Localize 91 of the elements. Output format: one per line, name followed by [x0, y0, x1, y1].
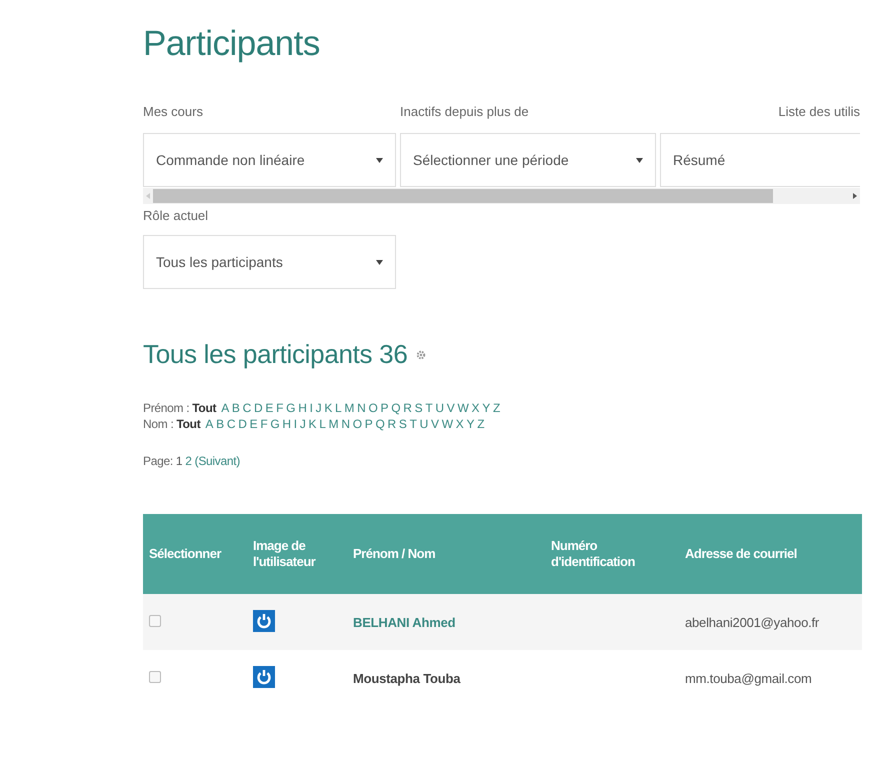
letter-link[interactable]: Y	[466, 416, 474, 432]
letter-link[interactable]: T	[425, 400, 432, 416]
letter-link[interactable]: V	[431, 416, 439, 432]
filter-field[interactable]: Résumé	[660, 133, 860, 187]
letter-link[interactable]: Y	[482, 400, 490, 416]
participant-name-link[interactable]: Moustapha Touba	[353, 670, 460, 686]
caret-icon	[636, 158, 643, 162]
caret-icon	[376, 158, 383, 162]
caret-icon	[376, 260, 383, 264]
letter-link[interactable]: D	[254, 400, 262, 416]
letter-link[interactable]: K	[308, 416, 316, 432]
letter-link[interactable]: P	[364, 416, 372, 432]
letter-link[interactable]: U	[435, 400, 444, 416]
letter-link[interactable]: K	[324, 400, 332, 416]
all-link[interactable]: Tout	[176, 416, 200, 432]
letter-link[interactable]: D	[238, 416, 247, 432]
filter-label: Inactifs depuis plus de	[400, 104, 530, 121]
filter-label: Liste des utilis	[777, 104, 860, 121]
letter-link[interactable]: H	[298, 400, 307, 416]
letter-link[interactable]: O	[352, 416, 362, 432]
letter-link[interactable]: N	[357, 400, 366, 416]
letter-link[interactable]: T	[410, 416, 417, 432]
all-link[interactable]: Tout	[192, 400, 216, 416]
letter-link[interactable]: I	[310, 400, 313, 416]
letter-link[interactable]: B	[232, 400, 240, 416]
scrollbar-thumb[interactable]	[153, 189, 773, 203]
letter-link[interactable]: Q	[391, 400, 400, 416]
letter-link[interactable]: L	[319, 416, 326, 432]
user-avatar-icon	[253, 666, 275, 688]
letter-link[interactable]: C	[242, 400, 252, 416]
letter-link[interactable]: I	[294, 416, 297, 432]
letter-link[interactable]: F	[260, 416, 268, 432]
filter-dropdown[interactable]: Sélectionner une période	[400, 133, 656, 187]
letter-link[interactable]: S	[414, 400, 422, 416]
row-checkbox[interactable]	[149, 614, 161, 626]
section-heading: Tous les participants 36	[143, 339, 408, 370]
column-header[interactable]: Adresse de courriel	[679, 514, 862, 594]
letter-link[interactable]: Q	[375, 416, 385, 432]
column-header[interactable]: Numéro d'identification	[545, 514, 679, 594]
letter-link[interactable]: L	[335, 400, 342, 416]
next-link[interactable]: (Suivant)	[194, 454, 240, 468]
column-header[interactable]: Sélectionner	[143, 514, 247, 594]
page-link[interactable]: 2	[185, 454, 192, 468]
letter-link[interactable]: W	[442, 416, 453, 432]
letter-link[interactable]: P	[380, 400, 388, 416]
letter-link[interactable]: E	[250, 416, 258, 432]
column-header[interactable]: Prénom / Nom	[347, 514, 545, 594]
email-text: abelhani2001@yahoo.fr	[685, 614, 820, 630]
column-header[interactable]: Image de l'utilisateur	[247, 514, 347, 594]
letter-link[interactable]: G	[270, 416, 280, 432]
gear-icon[interactable]	[416, 350, 426, 360]
letter-link[interactable]: M	[328, 416, 338, 432]
letter-link[interactable]: B	[216, 416, 224, 432]
letter-link[interactable]: J	[316, 400, 322, 416]
letter-link[interactable]: J	[300, 416, 306, 432]
letter-link[interactable]: H	[282, 416, 291, 432]
letter-link[interactable]: E	[265, 400, 274, 416]
letter-link[interactable]: R	[388, 416, 396, 432]
letter-link[interactable]: X	[456, 416, 464, 432]
letter-link[interactable]: N	[341, 416, 350, 432]
letter-link[interactable]: R	[403, 400, 412, 416]
page-label: Page:	[143, 454, 173, 468]
initials-label: Prénom :	[143, 400, 190, 416]
scroll-left-icon[interactable]	[146, 193, 150, 199]
participant-name-link[interactable]: BELHANI Ahmed	[353, 614, 456, 630]
page-title: Participants	[143, 24, 321, 64]
letter-link[interactable]: G	[286, 400, 296, 416]
scroll-right-icon[interactable]	[853, 193, 857, 199]
email-text: mm.touba@gmail.com	[685, 670, 812, 686]
initials-label: Nom :	[143, 416, 174, 432]
letter-link[interactable]: Z	[492, 400, 500, 416]
filter-dropdown[interactable]: Commande non linéaire	[143, 133, 396, 187]
user-avatar-icon	[253, 610, 275, 632]
page-link[interactable]: 1	[176, 454, 182, 468]
letter-link[interactable]: A	[205, 416, 214, 432]
filter-label: Mes cours	[143, 104, 204, 121]
letter-link[interactable]: Z	[477, 416, 484, 432]
role-dropdown[interactable]: Tous les participants	[143, 235, 396, 289]
row-checkbox[interactable]	[149, 670, 161, 682]
role-label: Rôle actuel	[143, 208, 210, 225]
letter-link[interactable]: X	[472, 400, 480, 416]
letter-link[interactable]: A	[221, 400, 229, 416]
letter-link[interactable]: O	[368, 400, 378, 416]
letter-link[interactable]: F	[276, 400, 284, 416]
letter-link[interactable]: W	[458, 400, 469, 416]
letter-link[interactable]: M	[344, 400, 354, 416]
letter-link[interactable]: U	[420, 416, 428, 432]
letter-link[interactable]: C	[226, 416, 236, 432]
letter-link[interactable]: S	[398, 416, 407, 432]
letter-link[interactable]: V	[446, 400, 455, 416]
horizontal-scrollbar[interactable]	[143, 188, 860, 204]
